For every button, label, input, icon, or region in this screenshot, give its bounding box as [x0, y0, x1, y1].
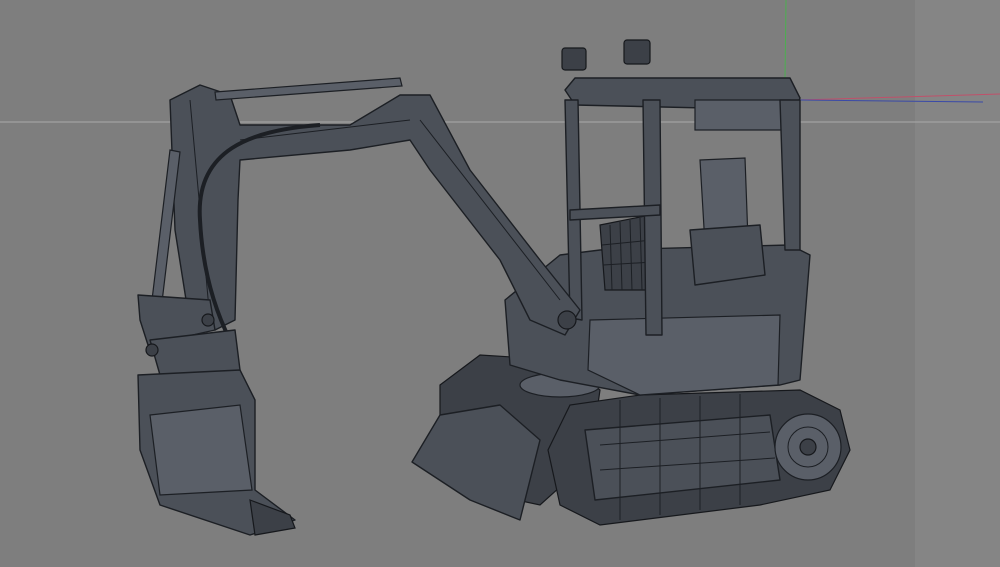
axis-y	[784, 0, 787, 79]
work-light-left	[561, 47, 587, 71]
work-light-right	[623, 39, 651, 65]
cab-post-front-right	[642, 99, 663, 336]
pivot-pin	[557, 310, 577, 330]
side-band	[915, 0, 1000, 567]
cab-post-rear	[779, 99, 801, 251]
3d-viewport[interactable]	[0, 0, 1000, 567]
cab-rear-panel	[694, 99, 791, 131]
boom-cylinder	[214, 77, 403, 101]
excavator-model[interactable]	[137, 39, 851, 536]
